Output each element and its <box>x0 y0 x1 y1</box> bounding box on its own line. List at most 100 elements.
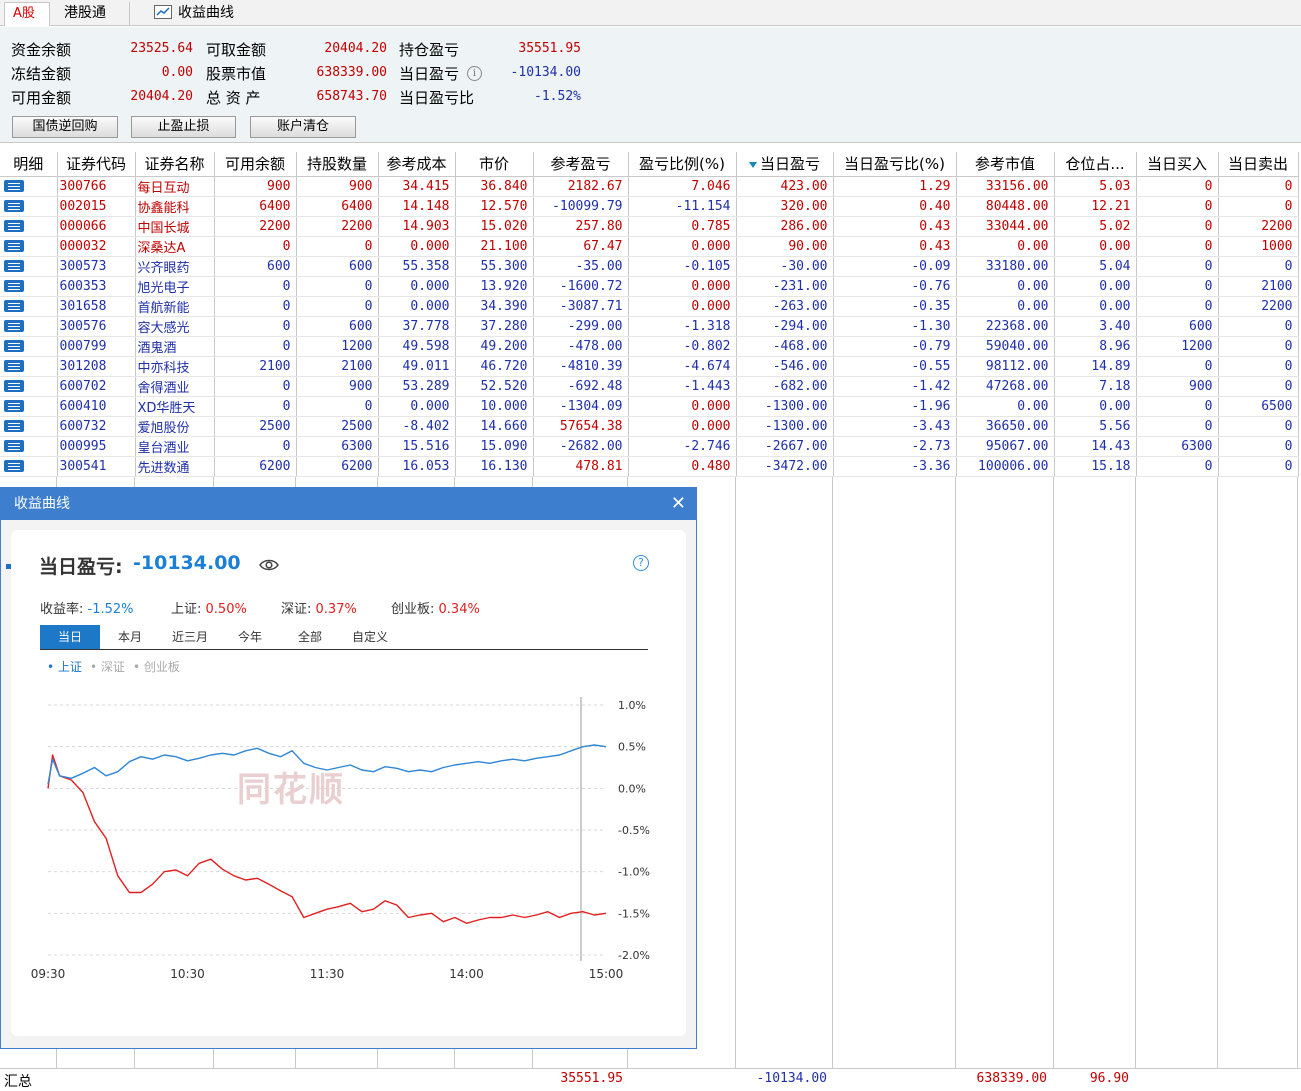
table-row[interactable]: 600732 爱旭股份 2500 2500 -8.402 14.660 57654.38 0.… <box>0 416 1299 437</box>
eye-icon[interactable] <box>259 558 279 572</box>
tab-a-share[interactable]: A股 <box>4 2 50 26</box>
stop-profit-loss-button[interactable]: 止盈止损 <box>131 116 236 138</box>
column-header[interactable]: 当日买入 <box>1136 152 1219 177</box>
table-row[interactable]: 300766 每日互动 900 900 34.415 36.840 2182.67 7.046… <box>0 176 1299 197</box>
detail-list-icon[interactable] <box>4 220 24 232</box>
detail-list-icon[interactable] <box>4 400 24 412</box>
column-header[interactable]: 市价 <box>455 152 534 177</box>
tab-profit-curve[interactable]: 收益曲线 <box>146 2 256 26</box>
cell-pl: -35.00 <box>533 256 629 277</box>
column-header[interactable]: 当日盈亏比(%) <box>833 152 957 177</box>
period-tab[interactable]: 全部 <box>280 625 340 649</box>
table-row[interactable]: 301658 首航新能 0 0 0.000 34.390 -3087.71 0.000 -263… <box>0 296 1299 317</box>
table-row[interactable]: 000032 深桑达A 0 0 0.000 21.100 67.47 0.000 90.00 0.… <box>0 236 1299 257</box>
detail-list-icon[interactable] <box>4 300 24 312</box>
detail-cell[interactable] <box>0 376 58 397</box>
column-header[interactable]: 明细 <box>0 152 58 177</box>
detail-cell[interactable] <box>0 216 58 237</box>
cell-dplr: 0.43 <box>833 236 957 257</box>
detail-list-icon[interactable] <box>4 420 24 432</box>
legend-item[interactable]: • 创业板 <box>133 658 180 675</box>
detail-list-icon[interactable] <box>4 380 24 392</box>
column-header[interactable]: 参考成本 <box>378 152 456 177</box>
column-header[interactable]: 可用余额 <box>214 152 297 177</box>
column-header[interactable]: 当日卖出 <box>1218 152 1299 177</box>
table-row[interactable]: 000799 酒鬼酒 0 1200 49.598 49.200 -478.00 -0.802-… <box>0 336 1299 357</box>
repo-button[interactable]: 国债逆回购 <box>12 116 118 138</box>
table-row[interactable]: 000066 中国长城 2200 2200 14.903 15.020 257.80 0.78… <box>0 216 1299 237</box>
cell-qty: 0 <box>296 276 379 297</box>
detail-cell[interactable] <box>0 276 58 297</box>
detail-list-icon[interactable] <box>4 180 24 192</box>
detail-cell[interactable] <box>0 396 58 417</box>
security-name[interactable]: XD华胜天 <box>135 396 215 417</box>
legend-item[interactable]: • 上证 <box>47 658 82 675</box>
detail-list-icon[interactable] <box>4 200 24 212</box>
help-icon[interactable]: ? <box>633 555 649 571</box>
dialog-title-bar[interactable]: 收益曲线 ✕ <box>1 488 696 520</box>
security-name[interactable]: 兴齐眼药 <box>135 256 215 277</box>
detail-cell[interactable] <box>0 196 58 217</box>
detail-cell[interactable] <box>0 176 58 197</box>
stock-value-label: 股票市值 <box>206 65 267 83</box>
table-row[interactable]: 600410 XD华胜天 0 0 0.000 10.000 -1304.09 0.000 -13… <box>0 396 1299 417</box>
table-row[interactable]: 300576 容大感光 0 600 37.778 37.280 -299.00 -1.318-… <box>0 316 1299 337</box>
close-icon[interactable]: ✕ <box>671 488 686 520</box>
table-row[interactable]: 600353 旭光电子 0 0 0.000 13.920 -1600.72 0.000 -231… <box>0 276 1299 297</box>
detail-cell[interactable] <box>0 356 58 377</box>
column-header[interactable]: 盈亏比例(%) <box>628 152 737 177</box>
detail-list-icon[interactable] <box>4 460 24 472</box>
info-icon[interactable]: i <box>467 66 482 81</box>
column-header[interactable]: 仓位占... <box>1054 152 1137 177</box>
period-tab[interactable]: 近三月 <box>160 625 220 649</box>
security-name[interactable]: 容大感光 <box>135 316 215 337</box>
security-name[interactable]: 每日互动 <box>135 176 215 197</box>
column-header[interactable]: 参考盈亏 <box>533 152 629 177</box>
detail-list-icon[interactable] <box>4 260 24 272</box>
detail-cell[interactable] <box>0 316 58 337</box>
clear-account-button[interactable]: 账户清仓 <box>250 116 356 138</box>
security-name[interactable]: 旭光电子 <box>135 276 215 297</box>
security-name[interactable]: 首航新能 <box>135 296 215 317</box>
security-name[interactable]: 舍得酒业 <box>135 376 215 397</box>
cell-dplr: 0.40 <box>833 196 957 217</box>
security-name[interactable]: 爱旭股份 <box>135 416 215 437</box>
table-row[interactable]: 002015 协鑫能科 6400 6400 14.148 12.570 -10099.79-… <box>0 196 1299 217</box>
tab-hk-connect[interactable]: 港股通 <box>56 2 130 26</box>
detail-list-icon[interactable] <box>4 280 24 292</box>
security-name[interactable]: 中亦科技 <box>135 356 215 377</box>
detail-list-icon[interactable] <box>4 240 24 252</box>
security-name[interactable]: 中国长城 <box>135 216 215 237</box>
detail-list-icon[interactable] <box>4 340 24 352</box>
detail-list-icon[interactable] <box>4 320 24 332</box>
detail-cell[interactable] <box>0 256 58 277</box>
period-tab[interactable]: 自定义 <box>340 625 400 649</box>
table-row[interactable]: 300573 兴齐眼药 600 600 55.358 55.300 -35.00 -0.105… <box>0 256 1299 277</box>
period-tab[interactable]: 本月 <box>100 625 160 649</box>
security-name[interactable]: 皇台酒业 <box>135 436 215 457</box>
security-name[interactable]: 酒鬼酒 <box>135 336 215 357</box>
column-header[interactable]: 持股数量 <box>296 152 379 177</box>
detail-cell[interactable] <box>0 436 58 457</box>
legend-item[interactable]: • 深证 <box>90 658 125 675</box>
table-row[interactable]: 301208 中亦科技 2100 2100 49.011 46.720 -4810.39 -4… <box>0 356 1299 377</box>
detail-list-icon[interactable] <box>4 440 24 452</box>
column-header[interactable]: 证券名称 <box>135 152 215 177</box>
column-header[interactable]: 当日盈亏 <box>736 152 834 177</box>
security-name[interactable]: 先进数通 <box>135 456 215 477</box>
table-row[interactable]: 600702 舍得酒业 0 900 53.289 52.520 -692.48 -1.443-… <box>0 376 1299 397</box>
detail-cell[interactable] <box>0 236 58 257</box>
table-row[interactable]: 000995 皇台酒业 0 6300 15.516 15.090 -2682.00 -2.74… <box>0 436 1299 457</box>
column-header[interactable]: 参考市值 <box>956 152 1055 177</box>
detail-cell[interactable] <box>0 416 58 437</box>
table-row[interactable]: 300541 先进数通 6200 6200 16.053 16.130 478.81 0.48… <box>0 456 1299 477</box>
period-tab[interactable]: 今年 <box>220 625 280 649</box>
detail-cell[interactable] <box>0 296 58 317</box>
column-header[interactable]: 证券代码 <box>57 152 136 177</box>
detail-cell[interactable] <box>0 336 58 357</box>
security-name[interactable]: 协鑫能科 <box>135 196 215 217</box>
security-name[interactable]: 深桑达A <box>135 236 215 257</box>
detail-list-icon[interactable] <box>4 360 24 372</box>
period-tab[interactable]: 当日 <box>40 625 100 649</box>
detail-cell[interactable] <box>0 456 58 477</box>
